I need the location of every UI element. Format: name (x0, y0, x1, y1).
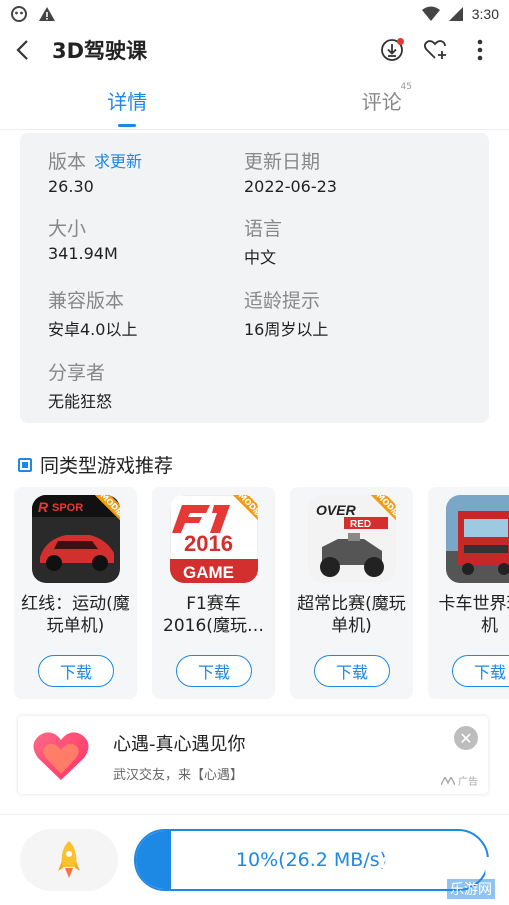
more-vertical-icon (477, 39, 483, 61)
wifi-icon (421, 6, 440, 21)
app-info-card: 版本 求更新 26.30 更新日期 2022-06-23 大小 341.94M 语… (20, 133, 489, 423)
back-arrow-icon (16, 40, 28, 60)
download-manager-button[interactable] (377, 35, 407, 65)
age-cell: 适龄提示 16周岁以上 (244, 286, 461, 340)
version-value: 26.30 (48, 177, 94, 196)
site-watermark: 962.NET 乐游网 (377, 851, 503, 901)
svg-text:GAME: GAME (183, 563, 234, 582)
game-icon-overred[interactable]: OVER RED MOD版 (308, 495, 396, 583)
ad-network-icon (441, 776, 455, 785)
ad-tag: 广告 (441, 773, 478, 788)
watermark-site-name: 乐游网 (447, 879, 495, 899)
version-cell: 版本 求更新 26.30 (48, 147, 244, 197)
compat-value: 安卓4.0以上 (48, 320, 138, 339)
game-card[interactable]: OVER RED MOD版 超常比赛(魔玩单机) 下载 (290, 487, 413, 699)
update-date-value: 2022-06-23 (244, 177, 337, 196)
ad-title: 心遇-真心遇见你 (113, 734, 246, 755)
tab-comments-label: 评论 (361, 90, 402, 114)
language-value: 中文 (244, 248, 277, 267)
tab-details-label: 详情 (107, 90, 148, 114)
svg-text:2016: 2016 (184, 531, 233, 556)
game-name: 超常比赛(魔玩单机) (297, 594, 406, 636)
language-cell: 语言 中文 (244, 214, 461, 268)
ad-close-button[interactable]: ✕ (454, 726, 478, 750)
request-update-link[interactable]: 求更新 (94, 148, 142, 172)
ad-tag-label: 广告 (458, 777, 478, 788)
sharer-label: 分享者 (48, 361, 106, 384)
game-name: F1赛车2016(魔玩… (163, 594, 264, 636)
game-card[interactable]: R SPOR MOD版 红线：运动(魔玩单机) 下载 (14, 487, 137, 699)
notification-dot (397, 38, 404, 45)
notification-app-icon (11, 6, 27, 22)
tab-bar: 详情 评论 45 (0, 72, 509, 130)
sharer-value: 无能狂怒 (48, 392, 113, 411)
game-name: 卡车世界玩单机 (438, 594, 509, 636)
ad-banner[interactable]: 心遇-真心遇见你 武汉交友，来【心遇】 ✕ 广告 (18, 716, 488, 794)
page-title: 3D驾驶课 (52, 39, 148, 63)
signal-icon (448, 7, 463, 21)
heart-plus-icon (423, 40, 446, 59)
tab-comments[interactable]: 评论 45 (255, 72, 509, 129)
speed-up-button[interactable] (20, 829, 118, 891)
svg-text:OVER: OVER (316, 502, 357, 518)
update-date-label: 更新日期 (244, 150, 321, 173)
section-marker-icon (18, 457, 32, 472)
game-card[interactable]: 卡车世界玩单机 下载 (428, 487, 509, 699)
game-icon-redline[interactable]: R SPOR MOD版 (32, 495, 120, 583)
language-label: 语言 (244, 217, 283, 240)
title-bar: 3D驾驶课 (0, 28, 509, 72)
tab-details[interactable]: 详情 (0, 72, 255, 129)
version-label: 版本 (48, 150, 87, 173)
size-value: 341.94M (48, 244, 118, 263)
age-label: 适龄提示 (244, 289, 321, 312)
compat-label: 兼容版本 (48, 289, 125, 312)
download-button[interactable]: 下载 (38, 655, 114, 687)
ad-subtitle: 武汉交友，来【心遇】 (113, 768, 244, 783)
more-button[interactable] (465, 35, 495, 65)
svg-text:R: R (38, 499, 49, 515)
back-button[interactable] (0, 28, 44, 72)
similar-games-header: 同类型游戏推荐 (18, 451, 173, 478)
comment-count-badge: 45 (400, 82, 412, 92)
update-date-cell: 更新日期 2022-06-23 (244, 147, 461, 197)
game-icon-f1-2016[interactable]: 2016 GAME MOD版 (170, 495, 258, 583)
close-icon: ✕ (459, 728, 473, 748)
rocket-icon (58, 841, 80, 878)
sharer-cell: 分享者 无能狂怒 (48, 358, 244, 412)
similar-games-title: 同类型游戏推荐 (40, 455, 174, 477)
age-value: 16周岁以上 (244, 320, 329, 339)
warning-icon (39, 7, 55, 21)
size-cell: 大小 341.94M (48, 214, 244, 268)
compat-cell: 兼容版本 安卓4.0以上 (48, 286, 244, 340)
game-name: 红线：运动(魔玩单机) (21, 594, 130, 636)
game-card[interactable]: 2016 GAME MOD版 F1赛车2016(魔玩… 下载 (152, 487, 275, 699)
status-time: 3:30 (471, 6, 499, 22)
ad-app-icon (32, 730, 90, 782)
download-button[interactable]: 下载 (452, 655, 509, 687)
similar-games-list: R SPOR MOD版 红线：运动(魔玩单机) 下载 2016 GAME MOD… (14, 487, 509, 701)
game-icon-truck[interactable] (446, 495, 509, 583)
size-label: 大小 (48, 217, 87, 240)
tab-active-indicator (118, 124, 137, 127)
download-button[interactable]: 下载 (176, 655, 252, 687)
svg-text:SPOR: SPOR (52, 502, 83, 514)
favorite-button[interactable] (421, 35, 451, 65)
status-bar: 3:30 (0, 0, 509, 28)
svg-text:RED: RED (350, 519, 371, 530)
download-button[interactable]: 下载 (314, 655, 390, 687)
